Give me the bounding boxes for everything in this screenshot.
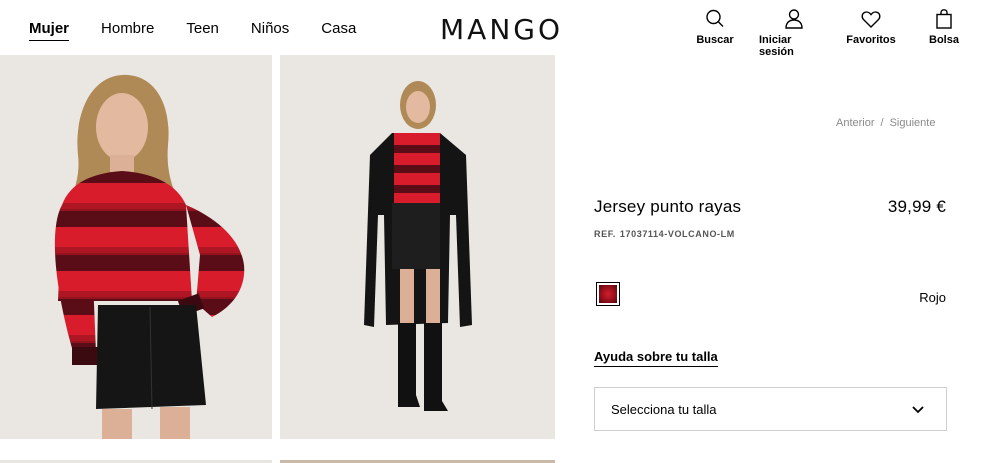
favorites-button[interactable]: Favoritos bbox=[846, 8, 896, 46]
nav-item-mujer[interactable]: Mujer bbox=[29, 20, 70, 41]
brand-logo[interactable]: MANGO bbox=[440, 13, 563, 46]
nav-item-hombre[interactable]: Hombre bbox=[101, 20, 154, 37]
product-image-front[interactable] bbox=[0, 55, 272, 439]
size-select-label: Selecciona tu talla bbox=[611, 402, 717, 417]
reference-value: 17037114-VOLCANO-LM bbox=[619, 229, 735, 239]
nav-item-casa[interactable]: Casa bbox=[321, 20, 356, 37]
login-button[interactable]: Iniciar sesión bbox=[759, 8, 829, 58]
pager-separator: / bbox=[880, 117, 884, 129]
model-fullbody-illustration bbox=[280, 55, 555, 439]
search-label: Buscar bbox=[696, 34, 734, 46]
search-icon bbox=[706, 9, 724, 27]
main-nav: Mujer Hombre Teen Niños Casa bbox=[29, 20, 356, 41]
site-header: Mujer Hombre Teen Niños Casa MANGO Busca… bbox=[0, 0, 981, 58]
reference-label: REF. bbox=[594, 229, 616, 239]
product-pager: Anterior / Siguiente bbox=[836, 117, 935, 129]
color-swatch-rojo[interactable] bbox=[596, 282, 620, 306]
color-swatch-fill bbox=[599, 285, 617, 303]
size-help-link[interactable]: Ayuda sobre tu talla bbox=[594, 349, 718, 367]
user-icon bbox=[785, 9, 803, 29]
size-select[interactable]: Selecciona tu talla bbox=[594, 387, 947, 431]
bag-label: Bolsa bbox=[929, 34, 959, 46]
product-reference: REF. 17037114-VOLCANO-LM bbox=[594, 229, 735, 239]
product-image-full[interactable] bbox=[280, 55, 555, 439]
model-closeup-illustration bbox=[0, 55, 272, 439]
chevron-down-icon bbox=[912, 406, 924, 414]
previous-link[interactable]: Anterior bbox=[836, 117, 875, 129]
nav-item-teen[interactable]: Teen bbox=[186, 20, 219, 37]
product-price: 39,99 € bbox=[887, 197, 946, 216]
bag-icon bbox=[936, 9, 952, 29]
product-title: Jersey punto rayas bbox=[594, 197, 742, 216]
heart-icon bbox=[861, 11, 881, 28]
search-button[interactable]: Buscar bbox=[696, 8, 734, 46]
login-label: Iniciar sesión bbox=[759, 34, 794, 58]
nav-item-ninos[interactable]: Niños bbox=[251, 20, 289, 37]
next-link[interactable]: Siguiente bbox=[890, 117, 936, 129]
favorites-label: Favoritos bbox=[846, 34, 896, 46]
bag-button[interactable]: Bolsa bbox=[929, 8, 959, 46]
selected-color-name: Rojo bbox=[919, 290, 946, 305]
